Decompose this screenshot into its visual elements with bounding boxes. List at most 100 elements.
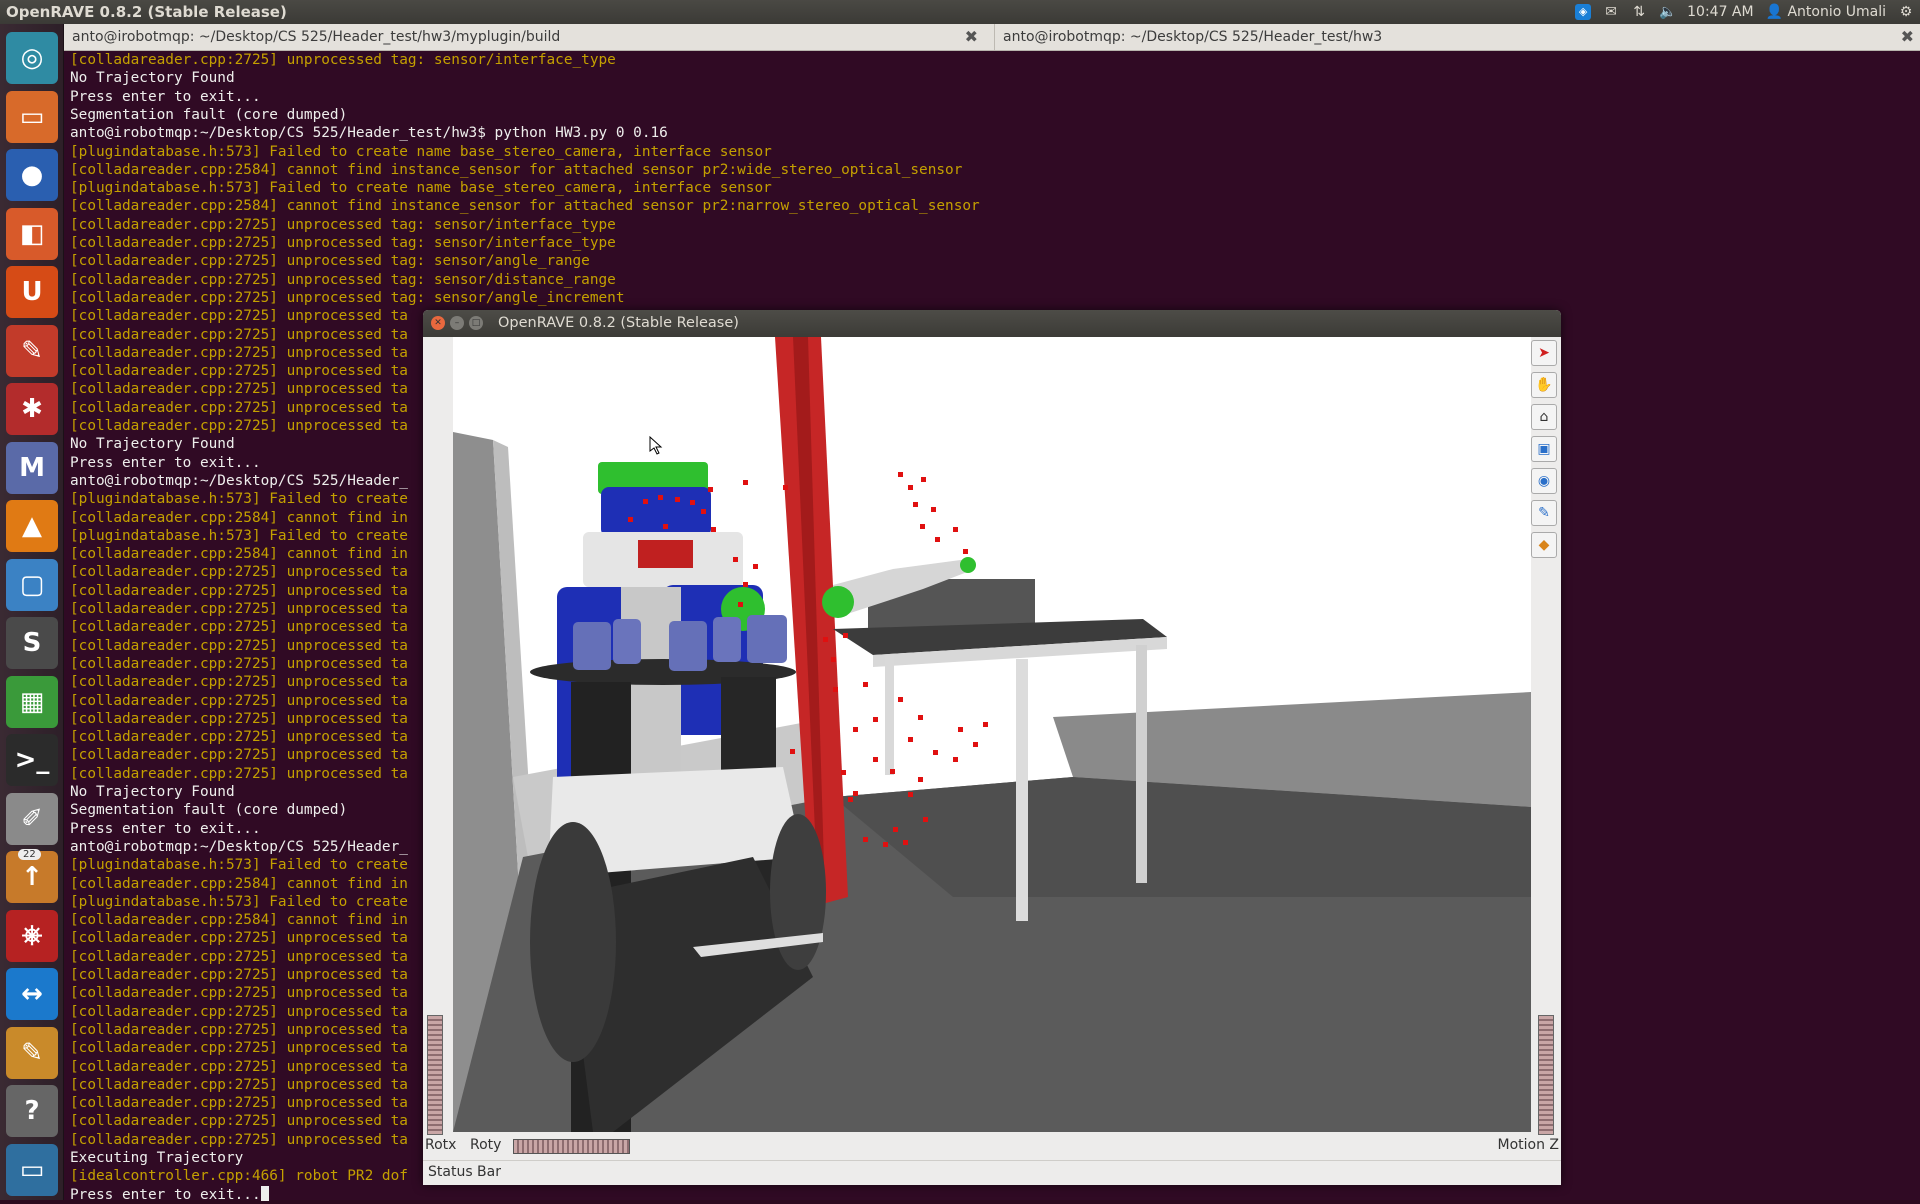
launcher-item-sublime-text[interactable]: S bbox=[6, 617, 58, 669]
terminal-tab-title: anto@irobotmqp: ~/Desktop/CS 525/Header_… bbox=[72, 29, 561, 45]
terminal-line: [colladareader.cpp:2725] unprocessed tag… bbox=[70, 271, 616, 289]
text-cursor bbox=[260, 1185, 269, 1201]
close-icon[interactable]: ✖ bbox=[1901, 24, 1914, 50]
remote-desktop-icon: ▭ bbox=[19, 1154, 45, 1185]
camera-tool[interactable]: ◆ bbox=[1531, 532, 1557, 558]
terminal-line-text: [colladareader.cpp:2725] unprocessed tag… bbox=[70, 253, 590, 270]
terminal-line-text: [plugindatabase.h:573] Failed to create … bbox=[70, 180, 772, 197]
terminal-line-text: [colladareader.cpp:2725] unprocessed ta bbox=[70, 1021, 408, 1038]
terminal-line: [colladareader.cpp:2725] unprocessed ta bbox=[70, 1076, 408, 1094]
terminal-line: Segmentation fault (core dumped) bbox=[70, 106, 347, 124]
terminal-line-text: [colladareader.cpp:2584] cannot find in bbox=[70, 509, 408, 526]
terminal-line-text: [colladareader.cpp:2725] unprocessed ta bbox=[70, 1131, 408, 1148]
perspective-tool[interactable]: ✎ bbox=[1531, 500, 1557, 526]
status-text: Status Bar bbox=[428, 1164, 502, 1180]
network-icon[interactable]: ⇅ bbox=[1631, 4, 1647, 20]
close-icon[interactable]: ✕ bbox=[431, 316, 445, 330]
terminal-line-text: [colladareader.cpp:2584] cannot find ins… bbox=[70, 198, 980, 215]
launcher-item-updates[interactable]: ↑ 22 bbox=[6, 849, 58, 903]
mail-icon[interactable]: ✉ bbox=[1603, 4, 1619, 20]
pan-tool[interactable]: ✋ bbox=[1531, 372, 1557, 398]
terminal-line: [colladareader.cpp:2725] unprocessed ta bbox=[70, 746, 408, 764]
terminal-line: [colladareader.cpp:2584] cannot find ins… bbox=[70, 161, 962, 179]
terminal-line: anto@irobotmqp:~/Desktop/CS 525/Header_t… bbox=[70, 124, 668, 142]
rotx-slider[interactable] bbox=[427, 1015, 443, 1135]
launcher-item-pdf-viewer[interactable]: ⎈ bbox=[6, 909, 58, 962]
terminal-line-text: [colladareader.cpp:2725] unprocessed ta bbox=[70, 1003, 408, 1020]
terminal-line: [colladareader.cpp:2725] unprocessed ta bbox=[70, 1094, 408, 1112]
terminal-line-text: [idealcontroller.cpp:466] robot PR2 dof bbox=[70, 1168, 408, 1185]
launcher-item-maple[interactable]: M bbox=[6, 441, 58, 494]
select-tool[interactable]: ➤ bbox=[1531, 340, 1557, 366]
hand-icon: ✋ bbox=[1535, 377, 1553, 393]
minimize-icon[interactable]: – bbox=[450, 316, 464, 330]
terminal-line-text: [colladareader.cpp:2725] unprocessed ta bbox=[70, 308, 408, 325]
launcher-item-screenshot[interactable]: ▢ bbox=[6, 558, 58, 611]
vlc-icon: ▲ bbox=[22, 511, 42, 541]
terminal-line: [colladareader.cpp:2725] unprocessed ta bbox=[70, 1058, 408, 1076]
launcher-item-system-settings[interactable]: ✎ bbox=[6, 324, 58, 377]
launcher-item-software-center[interactable]: ◧ bbox=[6, 207, 58, 260]
maximize-icon[interactable]: □ bbox=[469, 316, 483, 330]
terminal-tab-1[interactable]: anto@irobotmqp: ~/Desktop/CS 525/Header_… bbox=[64, 24, 984, 50]
launcher-item-files[interactable]: ▭ bbox=[6, 90, 58, 143]
terminal-line-text: [colladareader.cpp:2725] unprocessed ta bbox=[70, 1113, 408, 1130]
terminal-line: [idealcontroller.cpp:466] robot PR2 dof bbox=[70, 1167, 408, 1185]
launcher-item-synaptic[interactable]: ✱ bbox=[6, 383, 58, 435]
terminal-line: [colladareader.cpp:2725] unprocessed ta bbox=[70, 582, 408, 600]
3d-viewport[interactable] bbox=[453, 337, 1531, 1132]
eye-icon: ◉ bbox=[1537, 473, 1551, 489]
user-menu[interactable]: 👤 Antonio Umali bbox=[1766, 4, 1886, 20]
launcher-item-remote-desktop[interactable]: ▭ bbox=[6, 1143, 58, 1196]
launcher-item-ubuntu-one[interactable]: U bbox=[6, 266, 58, 318]
terminal-line-text: [plugindatabase.h:573] Failed to create bbox=[70, 491, 408, 508]
terminal-line-text: [colladareader.cpp:2725] unprocessed ta bbox=[70, 344, 408, 361]
terminal-line-text: [colladareader.cpp:2725] unprocessed ta bbox=[70, 948, 408, 965]
terminal-line-text: [colladareader.cpp:2584] cannot find in bbox=[70, 912, 408, 929]
roty-label: Roty bbox=[470, 1137, 502, 1153]
terminal-line-text: [colladareader.cpp:2725] unprocessed tag… bbox=[70, 235, 616, 251]
sublime-icon: S bbox=[22, 628, 42, 658]
terminal-line: [colladareader.cpp:2584] cannot find ins… bbox=[70, 197, 980, 215]
terminal-line: [colladareader.cpp:2584] cannot find in bbox=[70, 545, 408, 563]
terminal-line-text: [colladareader.cpp:2584] cannot find ins… bbox=[70, 161, 963, 178]
launcher-item-dash-home[interactable]: ◎ bbox=[6, 32, 58, 84]
terminal-line: [colladareader.cpp:2725] unprocessed tag… bbox=[70, 289, 625, 307]
seek-tool[interactable]: ◉ bbox=[1531, 468, 1557, 494]
terminal-line: [colladareader.cpp:2584] cannot find in bbox=[70, 875, 408, 893]
terminal-line: [colladareader.cpp:2725] unprocessed ta bbox=[70, 307, 408, 325]
dropbox-icon[interactable]: ◈ bbox=[1575, 4, 1592, 20]
terminal-line-text: [colladareader.cpp:2725] unprocessed ta bbox=[70, 418, 408, 434]
home-view-tool[interactable]: ⌂ bbox=[1531, 404, 1557, 430]
launcher-item-workspaces[interactable]: ▦ bbox=[6, 675, 58, 728]
terminal-line: [colladareader.cpp:2725] unprocessed ta bbox=[70, 1003, 408, 1021]
launcher-item-teamviewer[interactable]: ↔ bbox=[6, 968, 58, 1020]
terminal-line: [colladareader.cpp:2725] unprocessed ta bbox=[70, 399, 408, 417]
motionz-slider[interactable] bbox=[1538, 1015, 1554, 1135]
scene-render bbox=[453, 337, 1531, 1132]
terminal-tab-2[interactable]: anto@irobotmqp: ~/Desktop/CS 525/Header_… bbox=[994, 24, 1920, 50]
terminal-line-text: [plugindatabase.h:573] Failed to create bbox=[70, 893, 408, 910]
roty-slider[interactable] bbox=[513, 1139, 630, 1154]
launcher-item-help[interactable]: ? bbox=[6, 1085, 58, 1137]
terminal-line-text: [colladareader.cpp:2725] unprocessed tag… bbox=[70, 271, 616, 288]
terminal-line: [colladareader.cpp:2725] unprocessed ta bbox=[70, 655, 408, 673]
view-all-tool[interactable]: ▣ bbox=[1531, 436, 1557, 462]
terminal-line: [colladareader.cpp:2725] unprocessed ta bbox=[70, 417, 408, 435]
launcher-item-notes[interactable]: ✎ bbox=[6, 1026, 58, 1079]
terminal-line: [colladareader.cpp:2725] unprocessed ta bbox=[70, 710, 408, 728]
launcher-item-text-editor[interactable]: ✐ bbox=[6, 792, 58, 845]
terminal-line-text: [colladareader.cpp:2725] unprocessed ta bbox=[70, 1076, 408, 1093]
launcher-item-vlc[interactable]: ▲ bbox=[6, 500, 58, 552]
launcher-item-terminal[interactable]: >_ bbox=[6, 734, 58, 786]
launcher-item-firefox[interactable]: ● bbox=[6, 149, 58, 201]
notes-icon: ✎ bbox=[21, 1037, 43, 1068]
terminal-line: Press enter to exit... bbox=[70, 820, 261, 838]
terminal-line: [colladareader.cpp:2725] unprocessed ta bbox=[70, 966, 408, 984]
close-icon[interactable]: ✖ bbox=[965, 24, 978, 50]
volume-icon[interactable]: 🔈 bbox=[1659, 4, 1676, 20]
window-titlebar[interactable]: ✕ – □ OpenRAVE 0.8.2 (Stable Release) bbox=[423, 310, 1561, 337]
power-gear-icon[interactable]: ⚙ bbox=[1898, 4, 1914, 20]
terminal-line: [colladareader.cpp:2725] unprocessed ta bbox=[70, 1021, 408, 1039]
clock[interactable]: 10:47 AM bbox=[1687, 4, 1753, 20]
